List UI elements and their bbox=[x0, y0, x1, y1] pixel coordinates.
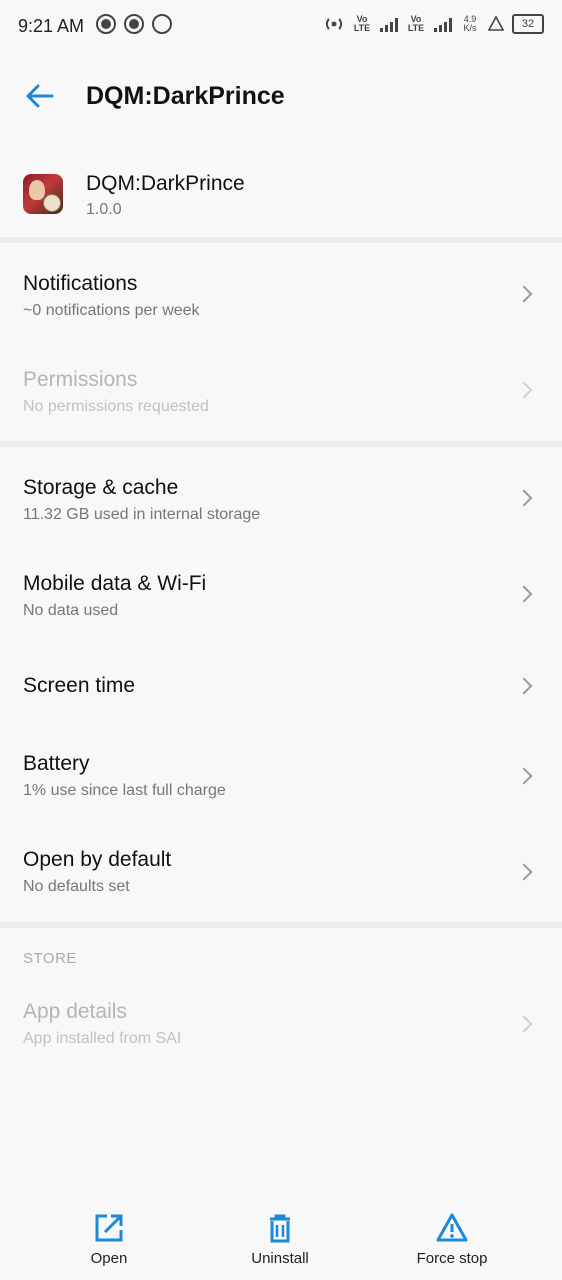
app-header: DQM:DarkPrince 1.0.0 bbox=[0, 160, 562, 230]
settings-item-storage[interactable]: Storage & cache 11.32 GB used in interna… bbox=[0, 452, 562, 546]
item-title: Screen time bbox=[23, 674, 136, 697]
section-divider bbox=[0, 441, 562, 447]
app-bar: DQM:DarkPrince bbox=[0, 64, 562, 128]
force-stop-label: Force stop bbox=[416, 1250, 488, 1267]
force-stop-button[interactable]: Force stop bbox=[392, 1208, 512, 1272]
notification-icons bbox=[96, 14, 172, 34]
settings-item-mobile-data[interactable]: Mobile data & Wi-Fi No data used bbox=[0, 548, 562, 642]
item-subtitle: 1% use since last full charge bbox=[23, 782, 226, 799]
item-subtitle: App installed from SAI bbox=[23, 1030, 182, 1047]
back-arrow-icon[interactable] bbox=[22, 78, 58, 114]
chevron-right-icon bbox=[515, 863, 533, 881]
settings-item-battery[interactable]: Battery 1% use since last full charge bbox=[0, 728, 562, 822]
uninstall-button[interactable]: Uninstall bbox=[220, 1208, 340, 1272]
trash-icon bbox=[270, 1214, 290, 1243]
open-button[interactable]: Open bbox=[49, 1208, 169, 1272]
chevron-right-icon bbox=[515, 1015, 533, 1033]
item-title: Storage & cache bbox=[23, 476, 179, 499]
chevron-right-icon bbox=[515, 489, 533, 507]
open-label: Open bbox=[90, 1250, 128, 1267]
chevron-right-icon bbox=[515, 767, 533, 785]
messenger-icon bbox=[152, 14, 172, 34]
app-icon bbox=[23, 174, 63, 214]
item-title: Mobile data & Wi-Fi bbox=[23, 572, 207, 595]
settings-item-open-by-default[interactable]: Open by default No defaults set bbox=[0, 824, 562, 918]
game-notification-icon-2 bbox=[124, 14, 144, 34]
alert-icon bbox=[488, 16, 504, 31]
item-title: Battery bbox=[23, 752, 90, 775]
status-right-icons: Vo LTE Vo LTE 4.9 K/s 32 bbox=[324, 14, 544, 34]
status-bar: 9:21 AM Vo LTE Vo LTE 4.9 K/s 32 bbox=[0, 0, 562, 52]
warning-icon bbox=[436, 1213, 468, 1242]
settings-item-permissions: Permissions No permissions requested bbox=[0, 344, 562, 438]
item-subtitle: No data used bbox=[23, 602, 119, 619]
item-title: App details bbox=[23, 1000, 127, 1023]
store-section-label: STORE bbox=[23, 950, 77, 967]
battery-indicator: 32 bbox=[512, 14, 544, 34]
status-time: 9:21 AM bbox=[18, 16, 85, 36]
volte-icon-1: Vo LTE bbox=[353, 14, 371, 33]
item-subtitle: No permissions requested bbox=[23, 398, 209, 415]
item-subtitle: ~0 notifications per week bbox=[23, 302, 200, 319]
volte-icon-2: Vo LTE bbox=[407, 14, 425, 33]
page-title: DQM:DarkPrince bbox=[86, 82, 285, 110]
signal-icon-1 bbox=[380, 16, 398, 32]
chevron-right-icon bbox=[515, 381, 533, 399]
item-subtitle: No defaults set bbox=[23, 878, 130, 895]
chevron-right-icon bbox=[515, 677, 533, 695]
settings-item-notifications[interactable]: Notifications ~0 notifications per week bbox=[0, 248, 562, 342]
signal-icon-2 bbox=[434, 16, 452, 32]
uninstall-label: Uninstall bbox=[251, 1250, 309, 1267]
settings-item-screen-time[interactable]: Screen time bbox=[0, 646, 562, 730]
open-external-icon bbox=[95, 1214, 123, 1242]
section-divider bbox=[0, 922, 562, 928]
settings-item-app-details: App details App installed from SAI bbox=[0, 976, 562, 1070]
chevron-right-icon bbox=[515, 585, 533, 603]
section-divider bbox=[0, 237, 562, 243]
item-title: Notifications bbox=[23, 272, 138, 295]
network-speed: 4.9 K/s bbox=[463, 14, 477, 33]
game-notification-icon bbox=[96, 14, 116, 34]
app-version: 1.0.0 bbox=[86, 201, 122, 218]
chevron-right-icon bbox=[515, 285, 533, 303]
item-subtitle: 11.32 GB used in internal storage bbox=[23, 506, 261, 523]
app-name: DQM:DarkPrince bbox=[86, 172, 245, 195]
item-title: Open by default bbox=[23, 848, 172, 871]
item-title: Permissions bbox=[23, 368, 138, 391]
hotspot-icon bbox=[325, 18, 343, 30]
